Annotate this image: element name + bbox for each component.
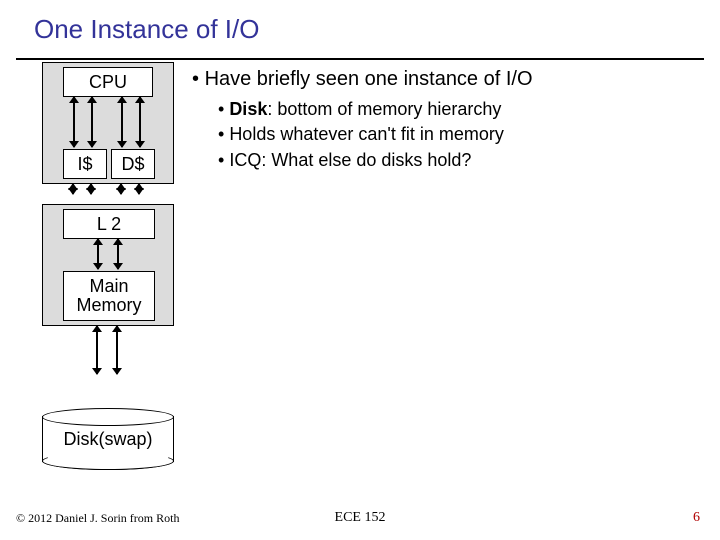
arrow-icon xyxy=(73,97,75,147)
arrow-icon xyxy=(139,97,141,147)
cpu-cache-box: CPU I$ D$ xyxy=(42,62,174,184)
memory-hierarchy-diagram: CPU I$ D$ L 2 Main Memory xyxy=(42,62,174,462)
arrow-icon xyxy=(90,184,92,194)
connector xyxy=(42,194,174,204)
bullet-list: Have briefly seen one instance of I/O Di… xyxy=(192,66,700,174)
arrow-icon xyxy=(72,184,74,194)
footer-page-number: 6 xyxy=(693,510,700,526)
bullet-1-1: Disk: bottom of memory hierarchy xyxy=(218,98,700,121)
arrow-icon xyxy=(97,239,99,269)
arrow-icon xyxy=(96,326,98,374)
l2-mem-box: L 2 Main Memory xyxy=(42,204,174,326)
arrow-icon xyxy=(117,239,119,269)
main-memory-block: Main Memory xyxy=(63,271,155,321)
dcache-block: D$ xyxy=(111,149,155,179)
connector xyxy=(42,336,174,376)
title-rule xyxy=(16,58,704,60)
arrow-icon xyxy=(121,97,123,147)
arrow-icon xyxy=(120,184,122,194)
disk-label: Disk(swap) xyxy=(63,429,152,449)
arrow-icon xyxy=(116,326,118,374)
bullet-1-2: Holds whatever can't fit in memory xyxy=(218,123,700,146)
bullet-1: Have briefly seen one instance of I/O xyxy=(192,66,700,92)
footer-course: ECE 152 xyxy=(0,510,720,526)
slide: One Instance of I/O CPU I$ D$ L 2 Main M… xyxy=(0,0,720,540)
arrow-icon xyxy=(91,97,93,147)
l2-block: L 2 xyxy=(63,209,155,239)
cpu-block: CPU xyxy=(63,67,153,97)
bullet-rest: : bottom of memory hierarchy xyxy=(267,99,501,119)
disk-block: Disk(swap) xyxy=(42,416,172,462)
bullet-strong: Disk xyxy=(229,99,267,119)
arrow-icon xyxy=(138,184,140,194)
slide-title: One Instance of I/O xyxy=(34,14,259,45)
main-memory-label-1: Main xyxy=(64,277,154,296)
main-memory-label-2: Memory xyxy=(64,296,154,315)
bullet-1-3: ICQ: What else do disks hold? xyxy=(218,149,700,172)
icache-block: I$ xyxy=(63,149,107,179)
disk-cylinder-icon: Disk(swap) xyxy=(42,416,174,462)
